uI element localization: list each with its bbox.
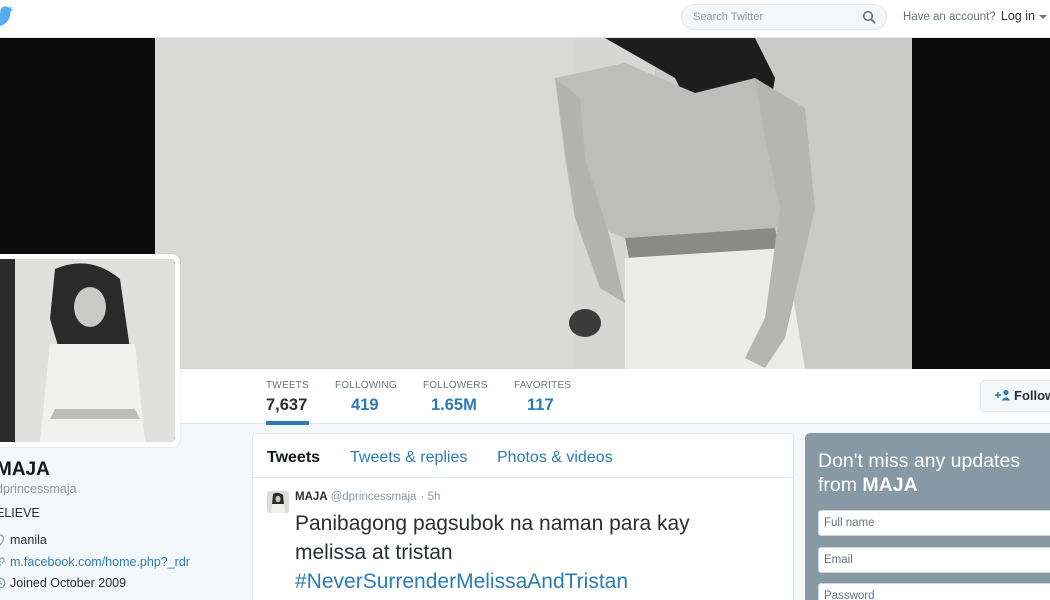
tweet-author-handle[interactable]: @dprincessmaja xyxy=(331,491,417,503)
caret-down-icon[interactable] xyxy=(1038,14,1047,19)
location-pin-icon xyxy=(0,534,5,546)
tab-tweets-replies[interactable]: Tweets & replies xyxy=(350,449,467,467)
stat-tweets-value: 7,637 xyxy=(266,396,308,414)
email-field[interactable] xyxy=(818,547,1050,573)
timeline: Tweets Tweets & replies Photos & videos … xyxy=(252,433,794,600)
tweet-item[interactable]: MAJA @dprincessmaja · 5h Panibagong pagsu… xyxy=(253,478,793,600)
profile-name: MAJA xyxy=(0,459,50,480)
link-icon xyxy=(0,557,5,566)
stat-favorites[interactable]: FAVORITES 117 xyxy=(514,380,571,415)
tweet-author-avatar[interactable] xyxy=(267,491,289,513)
profile-location: manila xyxy=(0,533,47,547)
tweet-text-line-2: melissa at tristan xyxy=(295,541,453,564)
follow-button[interactable]: Follow xyxy=(980,380,1050,412)
tab-tweets[interactable]: Tweets xyxy=(267,449,320,467)
tweet-timestamp[interactable]: · 5h xyxy=(421,491,441,503)
account-prompt: Have an account? Log in xyxy=(903,9,1047,23)
add-user-icon xyxy=(995,389,1011,401)
stat-favorites-value: 117 xyxy=(527,396,554,414)
account-prompt-text: Have an account? xyxy=(903,11,996,23)
tweet-text: Panibagong pagsubok na naman para kay me… xyxy=(295,509,775,596)
stat-following[interactable]: FOLLOWING 419 xyxy=(335,380,397,415)
signup-heading: Don't miss any updates from MAJA xyxy=(818,449,1048,497)
stat-tweets-label: TWEETS xyxy=(266,380,309,391)
profile-joined-text: Joined October 2009 xyxy=(10,576,127,590)
stat-following-value: 419 xyxy=(351,396,379,414)
password-field[interactable] xyxy=(818,583,1050,600)
signup-module: Don't miss any updates from MAJA xyxy=(805,433,1050,600)
profile-website-link[interactable]: m.facebook.com/home.php?_rdr xyxy=(10,555,190,569)
stat-followers-value: 1.65M xyxy=(431,396,477,414)
magnifier-icon[interactable] xyxy=(862,10,876,24)
timeline-tabs: Tweets Tweets & replies Photos & videos xyxy=(253,434,793,478)
profile-handle[interactable]: dprincessmaja xyxy=(0,482,77,496)
tweet-hashtag-link[interactable]: #NeverSurrenderMelissaAndTristan xyxy=(295,570,628,593)
avatar-photo xyxy=(0,259,175,442)
calendar-icon xyxy=(0,577,6,589)
stat-favorites-label: FAVORITES xyxy=(514,380,572,391)
signup-heading-prefix: Don't miss any updates from xyxy=(818,450,1021,496)
stat-followers[interactable]: FOLLOWERS 1.65M xyxy=(423,380,488,415)
tweet-text-line-1: Panibagong pagsubok na naman para kay xyxy=(295,512,690,535)
tweet-header: MAJA @dprincessmaja · 5h xyxy=(295,491,440,503)
search-box xyxy=(681,4,887,30)
follow-button-label: Follow xyxy=(1014,388,1050,403)
profile-location-text: manila xyxy=(10,533,47,547)
tweet-author-name[interactable]: MAJA xyxy=(295,491,328,503)
search-input[interactable] xyxy=(682,5,852,29)
profile-website: m.facebook.com/home.php?_rdr xyxy=(0,555,190,569)
stat-tweets[interactable]: TWEETS 7,637 xyxy=(266,380,309,425)
profile-avatar[interactable] xyxy=(0,254,180,447)
profile-bio: ELIEVE xyxy=(0,506,40,520)
fullname-field[interactable] xyxy=(818,510,1050,536)
login-link[interactable]: Log in xyxy=(1001,9,1035,23)
banner-photo xyxy=(155,38,912,369)
stat-followers-label: FOLLOWERS xyxy=(423,380,488,391)
stat-following-label: FOLLOWING xyxy=(335,380,397,391)
tab-photos-videos[interactable]: Photos & videos xyxy=(497,449,613,467)
twitter-bird-icon[interactable] xyxy=(0,6,26,28)
profile-joined: Joined October 2009 xyxy=(0,576,126,590)
signup-heading-name: MAJA xyxy=(862,474,918,496)
top-nav: Have an account? Log in xyxy=(0,0,1050,38)
